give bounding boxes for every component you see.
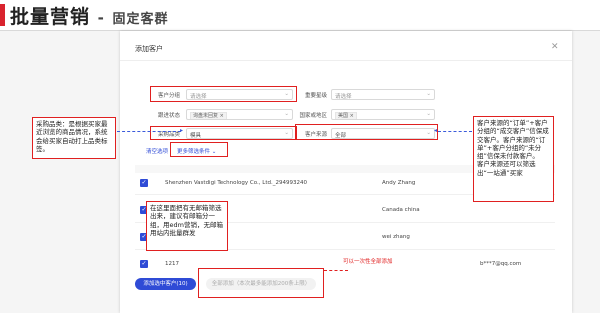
follow-status-label: 跟进状态 <box>157 113 180 119</box>
product-category-select[interactable]: 模具 ⌄ <box>186 128 293 139</box>
customer-group-placeholder: 请选择 <box>190 94 207 100</box>
chevron-down-icon: ⌄ <box>426 91 431 97</box>
importance-label: 重要星级 <box>304 93 327 99</box>
customer-source-label: 客户来源 <box>304 132 327 138</box>
customer-group-label: 客户分组 <box>157 93 180 99</box>
region-tag[interactable]: 美国 × <box>335 112 357 119</box>
follow-status-tag[interactable]: 询盘未回复 × <box>190 112 227 119</box>
arrow-line-left <box>117 131 181 132</box>
page-title: 批量营销 - 固定客群 <box>10 2 169 29</box>
arrow-right-icon: ▸ <box>180 127 184 134</box>
table-cell-contact: Canada china <box>382 207 420 213</box>
customer-group-select[interactable]: 请选择 ⌄ <box>186 89 293 100</box>
more-filters-link[interactable]: 更多筛选条件 ⌄ <box>177 147 216 155</box>
page-title-separator: - <box>97 9 105 27</box>
modal-divider <box>120 60 572 61</box>
more-filters-label: 更多筛选条件 <box>177 149 211 155</box>
product-category-value: 模具 <box>190 133 202 139</box>
add-all-hint: 可以一次性全部添加 <box>343 259 393 265</box>
note-product-category: 采购品类：是根据买家最近浏览的商品情况，系统会给买家自动打上品类标签。 <box>32 117 116 159</box>
importance-select[interactable]: 请选择 ⌄ <box>331 89 435 100</box>
table-cell-contact: wei zhang <box>382 234 410 240</box>
chevron-down-icon: ⌄ <box>426 130 431 136</box>
table-cell-email: b***7@qq.com <box>480 261 522 267</box>
backdrop-right <box>572 31 600 313</box>
close-icon[interactable]: ✕ <box>551 42 559 52</box>
chevron-down-icon: ⌄ <box>211 149 217 155</box>
table-cell-company: 1217 <box>165 261 179 267</box>
note-email-filter: 在这里面把有无邮箱筛选出来，建议有邮箱分一组，用edm营销，无邮箱用站内批量群发 <box>146 201 228 251</box>
chevron-down-icon: ⌄ <box>284 130 289 136</box>
backdrop-left <box>0 31 120 313</box>
row-checkbox[interactable]: ✓ <box>140 179 148 187</box>
customer-source-value: 全部 <box>335 133 347 139</box>
note-customer-source: 客户来源的“订单”+客户分组的“成交客户”信保成交客户。客户来源的“订单”+客户… <box>473 116 554 202</box>
region-label: 国家或地区 <box>299 113 327 119</box>
follow-status-select[interactable]: 询盘未回复 × ⌄ <box>186 109 293 120</box>
table-cell-company: Shenzhen Vastdigi Technology Co., Ltd._2… <box>165 180 307 186</box>
arrow-left-icon: ◂ <box>434 127 438 134</box>
chevron-down-icon: ⌄ <box>284 91 289 97</box>
table-cell-contact: Andy Zhang <box>382 180 416 186</box>
follow-status-tag-text: 询盘未回复 <box>193 113 219 119</box>
page-title-sub: 固定客群 <box>112 12 169 27</box>
arrow-line-right <box>438 131 472 132</box>
title-accent-bar <box>0 4 5 26</box>
add-all-button[interactable]: 全部添加（本次最多能添加200条上限） <box>206 278 316 290</box>
red-arrow-line <box>324 270 348 271</box>
modal-title: 添加客户 <box>135 45 163 53</box>
add-selected-button[interactable]: 添加选中客户(10) <box>135 278 196 290</box>
region-select[interactable]: 美国 × ⌄ <box>331 109 435 120</box>
clear-filters-link[interactable]: 清空选项 <box>146 147 168 155</box>
chevron-down-icon: ⌄ <box>426 111 431 117</box>
customer-source-select[interactable]: 全部 ⌄ <box>331 128 435 139</box>
importance-placeholder: 请选择 <box>335 94 352 100</box>
row-checkbox[interactable]: ✓ <box>140 260 148 268</box>
chevron-down-icon: ⌄ <box>284 111 289 117</box>
page-title-main: 批量营销 <box>10 6 91 28</box>
region-tag-text: 美国 <box>338 113 349 119</box>
